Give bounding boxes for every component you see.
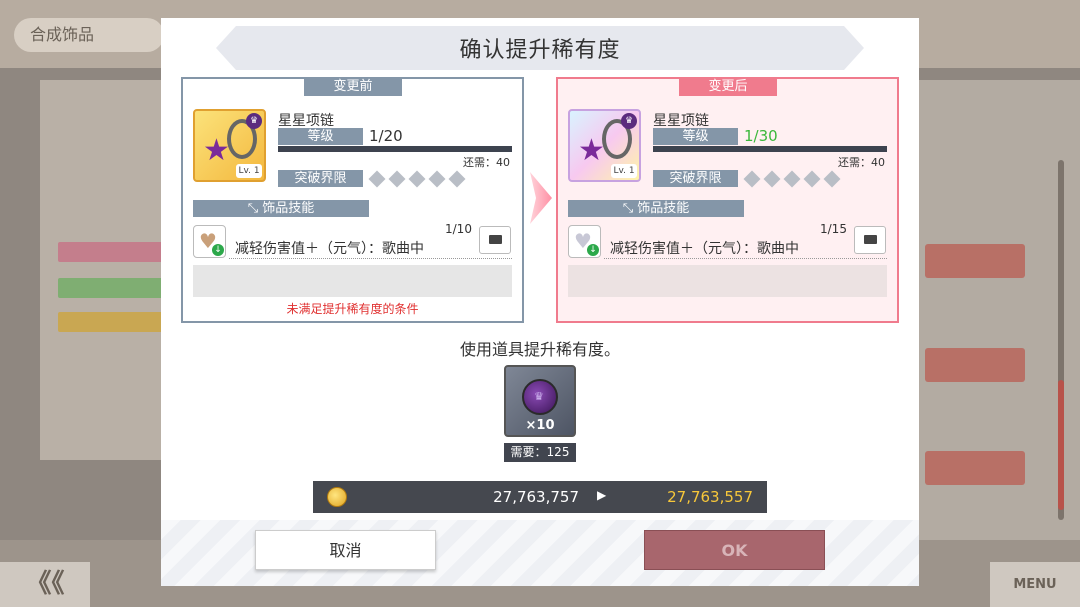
- down-arrow-icon: ↓: [212, 244, 224, 256]
- confirm-rarity-dialog: 确认提升稀有度 变更前 ★ ♛ Lv. 1 星星项链 等级 1/20 还需：40…: [161, 18, 919, 586]
- item-card: ★ ♛ Lv. 1: [193, 109, 266, 182]
- skill-icon: ♥ ↓: [193, 225, 226, 258]
- skill-header-label: 饰品技能: [262, 201, 315, 216]
- skill-header: ⤡ 饰品技能: [568, 200, 744, 217]
- ok-button[interactable]: OK: [644, 530, 825, 570]
- exp-bar: [653, 146, 887, 152]
- skill-detail-button[interactable]: [479, 226, 511, 254]
- skill-empty-slot: [193, 265, 512, 297]
- level-value: 1/20: [369, 127, 403, 145]
- coin-current: 27,763,757: [493, 488, 579, 506]
- diamond-icon: [428, 170, 446, 188]
- skill-header-label: 饰品技能: [637, 201, 690, 216]
- crown-icon: ♛: [621, 113, 637, 129]
- transition-arrow-icon: [530, 172, 552, 224]
- material-need: 需要：125: [504, 443, 576, 462]
- crown-icon: ♛: [534, 390, 544, 403]
- speech-bubble-icon: [864, 235, 877, 244]
- skill-detail-button[interactable]: [854, 226, 886, 254]
- coin-icon: [327, 487, 347, 507]
- bg-button-2: [925, 348, 1025, 382]
- screen-title: 合成饰品: [14, 18, 164, 52]
- coin-after: 27,763,557: [667, 488, 753, 506]
- diamond-icon: [803, 170, 821, 188]
- bg-bar-gold: [58, 312, 164, 332]
- skill-level: 1/15: [820, 222, 847, 236]
- need-exp: 还需：40: [463, 156, 510, 169]
- skill-divider: [604, 258, 887, 259]
- bg-bar-pink: [58, 242, 164, 262]
- dialog-title: 确认提升稀有度: [459, 38, 621, 63]
- use-item-text: 使用道具提升稀有度。: [459, 340, 620, 359]
- diamond-icon: [783, 170, 801, 188]
- skill-divider: [229, 258, 512, 259]
- menu-button: MENU: [990, 562, 1080, 607]
- bg-button-1: [925, 244, 1025, 278]
- level-label: 等级: [278, 128, 363, 145]
- skill-empty-slot: [568, 265, 887, 297]
- after-tag: 变更后: [679, 77, 777, 96]
- limit-break-label: 突破界限: [653, 170, 738, 187]
- card-level: Lv. 1: [611, 164, 637, 178]
- exp-bar: [278, 146, 512, 152]
- bg-bar-green: [58, 278, 164, 298]
- limit-break-label: 突破界限: [278, 170, 363, 187]
- bg-button-3: [925, 451, 1025, 485]
- diamond-icon: [823, 170, 841, 188]
- diamond-icon: [408, 170, 426, 188]
- limit-break-diamonds: [368, 170, 471, 189]
- card-level: Lv. 1: [236, 164, 262, 178]
- coin-bar: 27,763,757 ▶ 27,763,557: [313, 481, 767, 513]
- material-item: ♛ ×10: [504, 365, 576, 437]
- star-necklace-icon: ★: [578, 133, 605, 168]
- item-card: ★ ♛ Lv. 1: [568, 109, 641, 182]
- crown-icon: ♛: [246, 113, 262, 129]
- down-arrow-icon: ↓: [587, 244, 599, 256]
- skill-text: 减轻伤害值＋（元气）：歌曲中: [610, 241, 799, 257]
- star-necklace-icon: ★: [203, 133, 230, 168]
- diamond-icon: [743, 170, 761, 188]
- bg-scrollbar-thumb: [1058, 380, 1064, 510]
- play-arrow-icon: ▶: [597, 488, 607, 502]
- diamond-icon: [448, 170, 466, 188]
- speech-bubble-icon: [489, 235, 502, 244]
- after-panel: 变更后 ★ ♛ Lv. 1 星星项链 等级 1/30 还需：40 突破界限 ⤡ …: [556, 77, 899, 323]
- level-label: 等级: [653, 128, 738, 145]
- cancel-button[interactable]: 取消: [255, 530, 436, 570]
- diamond-icon: [763, 170, 781, 188]
- skill-text: 减轻伤害值＋（元气）：歌曲中: [235, 241, 424, 257]
- left-panel: [40, 80, 165, 460]
- item-name: 星星项链: [278, 113, 334, 129]
- skill-level: 1/10: [445, 222, 472, 236]
- diamond-icon: [388, 170, 406, 188]
- back-button: 《《: [0, 562, 90, 607]
- item-name: 星星项链: [653, 113, 709, 129]
- need-exp: 还需：40: [838, 156, 885, 169]
- before-tag: 变更前: [304, 77, 402, 96]
- material-count: ×10: [525, 418, 555, 433]
- skill-header: ⤡ 饰品技能: [193, 200, 369, 217]
- warning-text: 未满足提升稀有度的条件: [286, 302, 419, 316]
- limit-break-diamonds: [743, 170, 846, 189]
- diamond-icon: [368, 170, 386, 188]
- skill-icon: ♥ ↓: [568, 225, 601, 258]
- level-value: 1/30: [744, 127, 778, 145]
- before-panel: 变更前 ★ ♛ Lv. 1 星星项链 等级 1/20 还需：40 突破界限 ⤡ …: [181, 77, 524, 323]
